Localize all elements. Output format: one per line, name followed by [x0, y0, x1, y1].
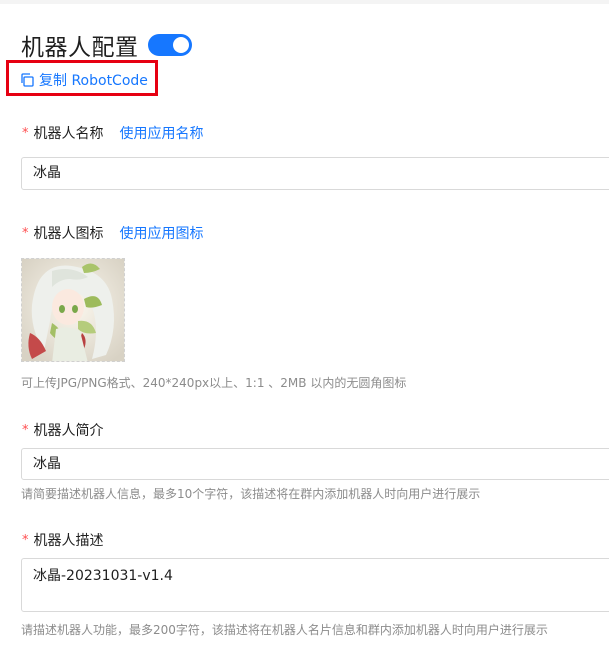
desc-label: 机器人描述: [33, 533, 104, 549]
icon-hint: 可上传JPG/PNG格式、240*240px以上、1:1 、2MB 以内的无圆角…: [21, 376, 407, 390]
use-app-name-link[interactable]: 使用应用名称: [120, 123, 204, 143]
required-mark: *: [22, 422, 29, 438]
toggle-knob: [172, 37, 189, 53]
copy-icon: [21, 73, 34, 87]
intro-label-row: * 机器人简介: [22, 420, 104, 440]
robot-config-page: 机器人配置 复制 RobotCode * 机器人名称 使用应用名称 冰晶 * 机…: [0, 0, 609, 656]
required-mark: *: [22, 125, 29, 141]
required-mark: *: [22, 225, 29, 241]
desc-label-row: * 机器人描述: [22, 530, 104, 550]
name-label-row: * 机器人名称 使用应用名称: [22, 123, 204, 143]
intro-hint: 请简要描述机器人信息，最多10个字符，该描述将在群内添加机器人时向用户进行展示: [21, 487, 481, 501]
icon-label: 机器人图标: [33, 226, 104, 242]
desc-textarea-value: 冰晶-20231031-v1.4: [33, 568, 173, 584]
title-row: 机器人配置: [21, 28, 192, 62]
desc-hint: 请描述机器人功能，最多200字符，该描述将在机器人名片信息和群内添加机器人时向用…: [21, 623, 548, 637]
intro-input[interactable]: 冰晶: [21, 448, 609, 480]
required-mark: *: [22, 532, 29, 548]
icon-label-row: * 机器人图标 使用应用图标: [22, 223, 204, 243]
top-divider: [0, 0, 609, 4]
copy-robotcode-label: 复制 RobotCode: [39, 73, 148, 89]
desc-textarea[interactable]: 冰晶-20231031-v1.4: [21, 558, 609, 612]
name-input[interactable]: 冰晶: [21, 157, 609, 190]
robot-avatar-image: [22, 259, 124, 361]
name-input-value: 冰晶: [33, 165, 61, 181]
copy-robotcode-link[interactable]: 复制 RobotCode: [20, 70, 148, 90]
robot-icon-upload[interactable]: [21, 258, 125, 362]
page-title: 机器人配置: [21, 35, 139, 61]
robot-enable-toggle[interactable]: [147, 34, 192, 56]
use-app-icon-link[interactable]: 使用应用图标: [120, 223, 204, 243]
name-label: 机器人名称: [33, 126, 104, 142]
intro-input-value: 冰晶: [33, 456, 61, 472]
intro-label: 机器人简介: [33, 423, 104, 439]
